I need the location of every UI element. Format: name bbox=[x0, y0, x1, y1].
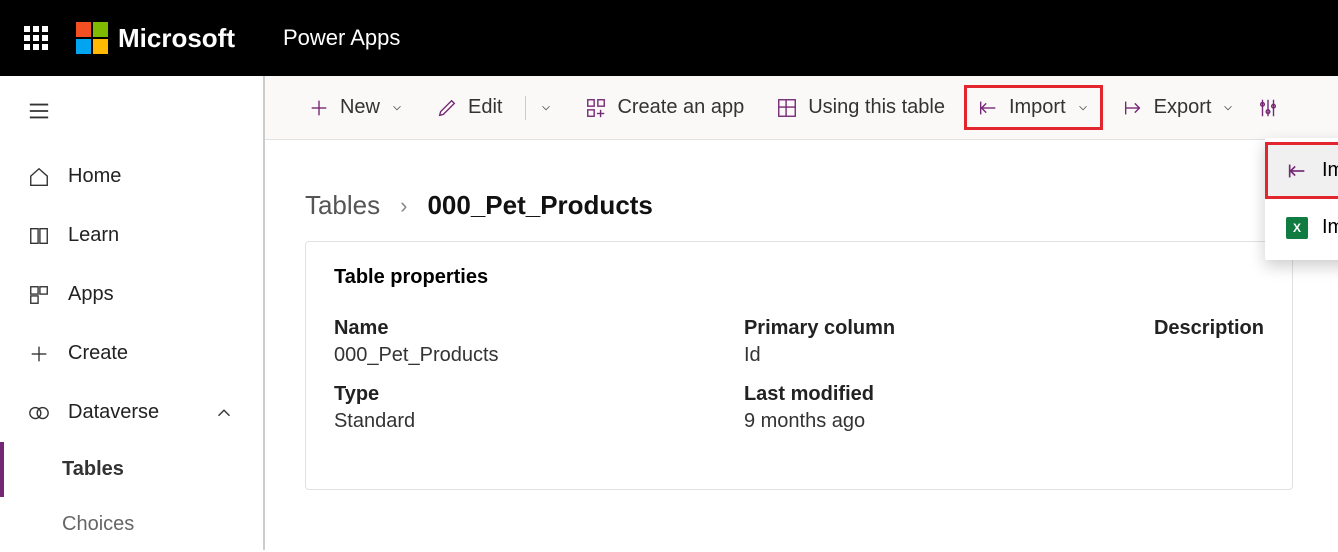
button-label: Create an app bbox=[617, 96, 744, 119]
export-icon bbox=[1122, 97, 1144, 119]
using-table-button[interactable]: Using this table bbox=[763, 85, 958, 130]
breadcrumb-current: 000_Pet_Products bbox=[427, 190, 652, 221]
table-icon bbox=[776, 97, 798, 119]
plus-icon bbox=[308, 97, 330, 119]
import-excel-menuitem[interactable]: X Import data from Excel bbox=[1265, 199, 1338, 256]
sidebar-item-label: Create bbox=[68, 342, 128, 365]
breadcrumb-parent[interactable]: Tables bbox=[305, 190, 380, 221]
sidebar-item-create[interactable]: Create bbox=[0, 324, 263, 383]
sidebar-subitem-choices[interactable]: Choices bbox=[0, 497, 263, 552]
chevron-down-icon bbox=[1076, 101, 1090, 115]
microsoft-logo: Microsoft bbox=[76, 22, 235, 54]
import-data-menuitem[interactable]: Import data bbox=[1265, 142, 1338, 199]
new-button[interactable]: New bbox=[295, 85, 417, 130]
apps-icon bbox=[28, 284, 50, 306]
sidebar-subitem-tables[interactable]: Tables bbox=[0, 442, 263, 497]
create-app-button[interactable]: Create an app bbox=[572, 85, 757, 130]
description-label: Description bbox=[1154, 317, 1264, 340]
chevron-down-icon bbox=[539, 101, 553, 115]
sidebar-item-learn[interactable]: Learn bbox=[0, 206, 263, 265]
sidebar-item-label: Learn bbox=[68, 224, 119, 247]
chevron-down-icon bbox=[390, 101, 404, 115]
import-dropdown: Import data X Import data from Excel bbox=[1265, 138, 1338, 260]
microsoft-logo-icon bbox=[76, 22, 108, 54]
dataverse-icon bbox=[28, 402, 50, 424]
sidebar-item-home[interactable]: Home bbox=[0, 147, 263, 206]
lastmod-label: Last modified bbox=[744, 383, 1154, 406]
button-label: Using this table bbox=[808, 96, 945, 119]
name-value: 000_Pet_Products bbox=[334, 344, 744, 367]
divider bbox=[525, 96, 526, 120]
grid-plus-icon bbox=[585, 97, 607, 119]
import-icon bbox=[1286, 160, 1308, 182]
pencil-icon bbox=[436, 97, 458, 119]
menuitem-label: Import data from Excel bbox=[1322, 216, 1338, 239]
export-button[interactable]: Export bbox=[1109, 85, 1249, 130]
app-name: Power Apps bbox=[283, 25, 400, 51]
sidebar-item-label: Home bbox=[68, 165, 121, 188]
table-properties-panel: Table properties Name 000_Pet_Products T… bbox=[305, 241, 1293, 490]
button-label: New bbox=[340, 96, 380, 119]
edit-split-button[interactable] bbox=[536, 90, 566, 126]
book-icon bbox=[28, 225, 50, 247]
home-icon bbox=[28, 166, 50, 188]
button-label: Export bbox=[1154, 96, 1212, 119]
chevron-up-icon bbox=[213, 402, 235, 424]
sidebar-item-label: Dataverse bbox=[68, 401, 159, 424]
sidebar-item-apps[interactable]: Apps bbox=[0, 265, 263, 324]
sidebar-item-dataverse[interactable]: Dataverse bbox=[0, 383, 263, 442]
content-area: New Edit Create an app Using this table bbox=[265, 76, 1338, 550]
company-name: Microsoft bbox=[118, 23, 235, 54]
global-header: Microsoft Power Apps bbox=[0, 0, 1338, 76]
import-icon bbox=[977, 97, 999, 119]
type-label: Type bbox=[334, 383, 744, 406]
plus-icon bbox=[28, 343, 50, 365]
button-label: Import bbox=[1009, 96, 1066, 119]
sidebar-item-label: Apps bbox=[68, 283, 114, 306]
hamburger-button[interactable] bbox=[0, 84, 263, 147]
settings-button[interactable] bbox=[1254, 86, 1282, 130]
app-launcher-icon[interactable] bbox=[24, 26, 48, 50]
lastmod-value: 9 months ago bbox=[744, 410, 1154, 433]
type-value: Standard bbox=[334, 410, 744, 433]
button-label: Edit bbox=[468, 96, 502, 119]
sidebar: Home Learn Apps Create Dataverse Tables … bbox=[0, 76, 265, 550]
sliders-icon bbox=[1257, 97, 1279, 119]
chevron-right-icon: › bbox=[400, 193, 407, 219]
chevron-down-icon bbox=[1221, 101, 1235, 115]
primary-value: Id bbox=[744, 344, 1154, 367]
import-button[interactable]: Import bbox=[964, 85, 1103, 130]
sidebar-item-label: Choices bbox=[62, 513, 134, 535]
command-bar: New Edit Create an app Using this table bbox=[265, 76, 1338, 140]
breadcrumb: Tables › 000_Pet_Products bbox=[265, 140, 1338, 241]
panel-title: Table properties bbox=[334, 266, 1264, 289]
excel-icon: X bbox=[1286, 217, 1308, 239]
sidebar-item-label: Tables bbox=[62, 458, 124, 480]
edit-button[interactable]: Edit bbox=[423, 85, 515, 130]
primary-label: Primary column bbox=[744, 317, 1154, 340]
menuitem-label: Import data bbox=[1322, 159, 1338, 182]
name-label: Name bbox=[334, 317, 744, 340]
